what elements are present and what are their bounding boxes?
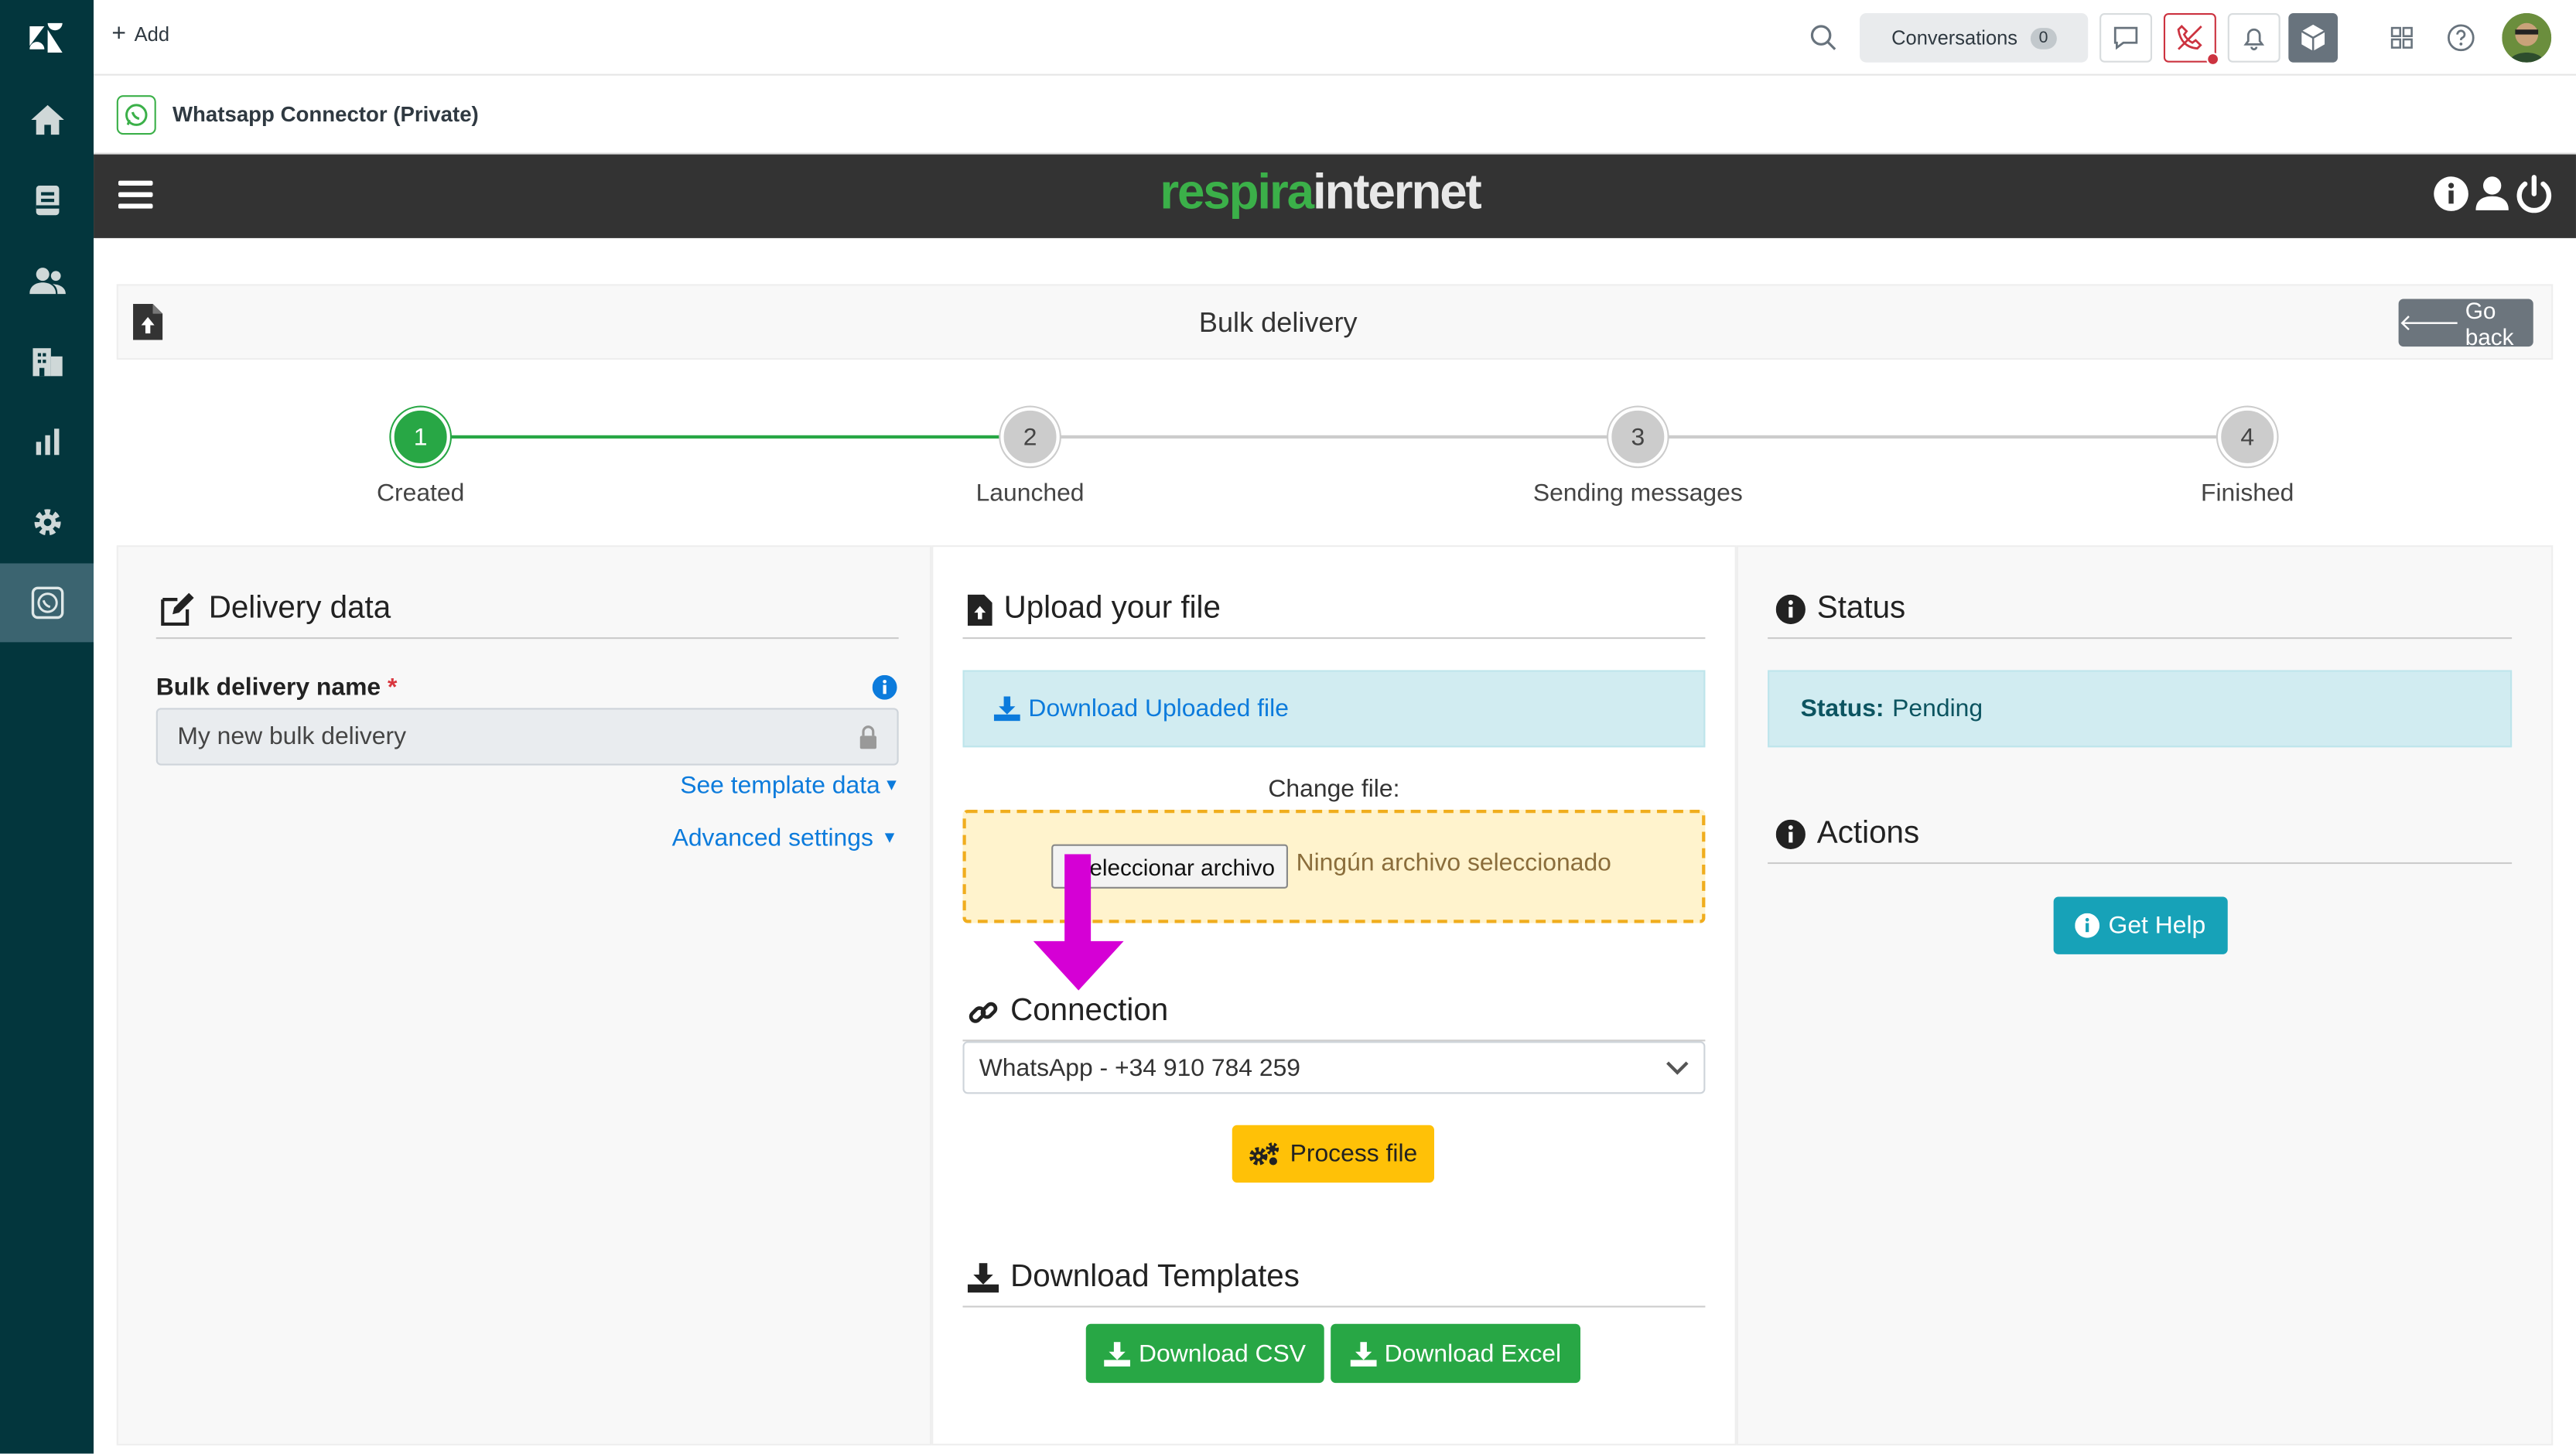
divider [962, 1306, 1706, 1308]
get-help-button[interactable]: Get Help [2053, 896, 2228, 954]
connection-heading: Connection [968, 994, 1168, 1030]
download-icon [993, 696, 1020, 722]
status-heading: Status [1775, 592, 1905, 628]
info-circle-icon[interactable] [2433, 176, 2469, 212]
bulk-delivery-name-value: My new bulk delivery [177, 722, 407, 751]
advanced-settings-link[interactable]: Advanced settings ▼ [672, 824, 898, 852]
hamburger-menu-icon[interactable] [118, 179, 155, 209]
zendesk-logo-icon[interactable] [0, 0, 94, 76]
chat-icon[interactable] [2099, 12, 2153, 63]
download-icon [1350, 1341, 1377, 1366]
search-icon[interactable] [1797, 13, 1850, 63]
user-avatar[interactable] [2502, 12, 2552, 63]
edit-icon [161, 592, 194, 626]
step-1-dot: 1 [391, 407, 450, 467]
download-uploaded-file-link[interactable]: Download Uploaded file [962, 670, 1706, 748]
tickets-icon[interactable] [0, 161, 94, 240]
annotation-arrow-icon [1033, 854, 1124, 991]
divider [962, 637, 1706, 640]
phone-icon[interactable] [2163, 12, 2220, 66]
caret-down-icon: ▼ [881, 829, 898, 848]
whatsapp-app-icon[interactable] [0, 563, 94, 643]
home-icon[interactable] [0, 80, 94, 159]
download-icon [967, 1263, 999, 1293]
step-3-label: Sending messages [1532, 480, 1743, 508]
go-back-label: Go back [2465, 296, 2514, 350]
whatsapp-logo-icon [116, 95, 156, 135]
user-profile-icon[interactable] [2475, 176, 2509, 212]
delivery-data-heading: Delivery data [161, 592, 391, 628]
divider [1768, 637, 2513, 640]
download-icon [1104, 1341, 1131, 1366]
products-grid-icon[interactable] [2376, 13, 2428, 63]
add-button[interactable]: + Add [111, 19, 170, 48]
download-excel-button[interactable]: Download Excel [1331, 1323, 1580, 1384]
notifications-bell-icon[interactable] [2227, 12, 2280, 63]
plus-icon: + [111, 19, 127, 48]
go-back-button[interactable]: 🡐 Go back [2398, 296, 2533, 350]
help-icon[interactable] [2434, 13, 2487, 63]
step-4-dot: 4 [2217, 407, 2277, 467]
power-logout-icon[interactable] [2515, 174, 2553, 213]
change-file-label: Change file: [1268, 775, 1400, 804]
info-circle-icon [1775, 594, 1806, 625]
chevron-down-icon [1666, 1060, 1689, 1074]
step-2-label: Launched [975, 480, 1085, 508]
admin-gear-icon[interactable] [0, 483, 94, 561]
page-title: Bulk delivery [1198, 307, 1358, 339]
lock-icon [859, 725, 876, 749]
connection-selected-value: WhatsApp - +34 910 784 259 [979, 1053, 1301, 1082]
bulk-delivery-name-input[interactable]: My new bulk delivery [155, 708, 899, 766]
step-1-label: Created [376, 480, 465, 508]
bulk-delivery-name-label: Bulk delivery name * [155, 673, 398, 701]
link-icon [969, 1001, 998, 1022]
divider [1768, 862, 2513, 865]
conversations-label: Conversations [1891, 26, 2018, 49]
connection-select[interactable]: WhatsApp - +34 910 784 259 [962, 1041, 1706, 1094]
caret-down-icon: ▼ [883, 776, 900, 795]
step-connector-done [420, 435, 1030, 439]
actions-heading: Actions [1775, 816, 1919, 852]
arrow-left-icon: 🡐 [2398, 309, 2461, 336]
download-csv-button[interactable]: Download CSV [1085, 1323, 1324, 1384]
download-templates-heading: Download Templates [967, 1260, 1300, 1296]
step-3-dot: 3 [1608, 407, 1668, 467]
step-4-label: Finished [2200, 480, 2294, 508]
field-info-icon[interactable] [872, 674, 897, 700]
see-template-data-link[interactable]: See template data ▼ [680, 772, 900, 800]
divider [155, 637, 899, 640]
status-box: Status: Pending [1768, 670, 2513, 748]
step-2-dot: 2 [1000, 407, 1060, 467]
no-file-selected-text: Ningún archivo seleccionado [1296, 848, 1611, 878]
info-circle-icon [1775, 819, 1806, 849]
file-upload-icon [967, 593, 992, 626]
reporting-icon[interactable] [0, 402, 94, 481]
conversations-count-badge: 0 [2031, 27, 2057, 49]
app-cube-icon[interactable] [2288, 12, 2339, 63]
process-file-button[interactable]: Process file [1232, 1125, 1434, 1183]
gears-icon [1249, 1142, 1279, 1165]
status-label: Status: [1800, 695, 1884, 723]
add-label: Add [134, 22, 170, 46]
brand-logo: respirainternet [1160, 166, 1481, 220]
status-value: Pending [1892, 695, 1983, 723]
app-title: Whatsapp Connector (Private) [172, 101, 479, 127]
info-circle-icon [2075, 913, 2100, 938]
phone-alert-dot [2206, 52, 2220, 66]
upload-heading: Upload your file [967, 592, 1221, 628]
conversations-button[interactable]: Conversations 0 [1860, 12, 2089, 63]
